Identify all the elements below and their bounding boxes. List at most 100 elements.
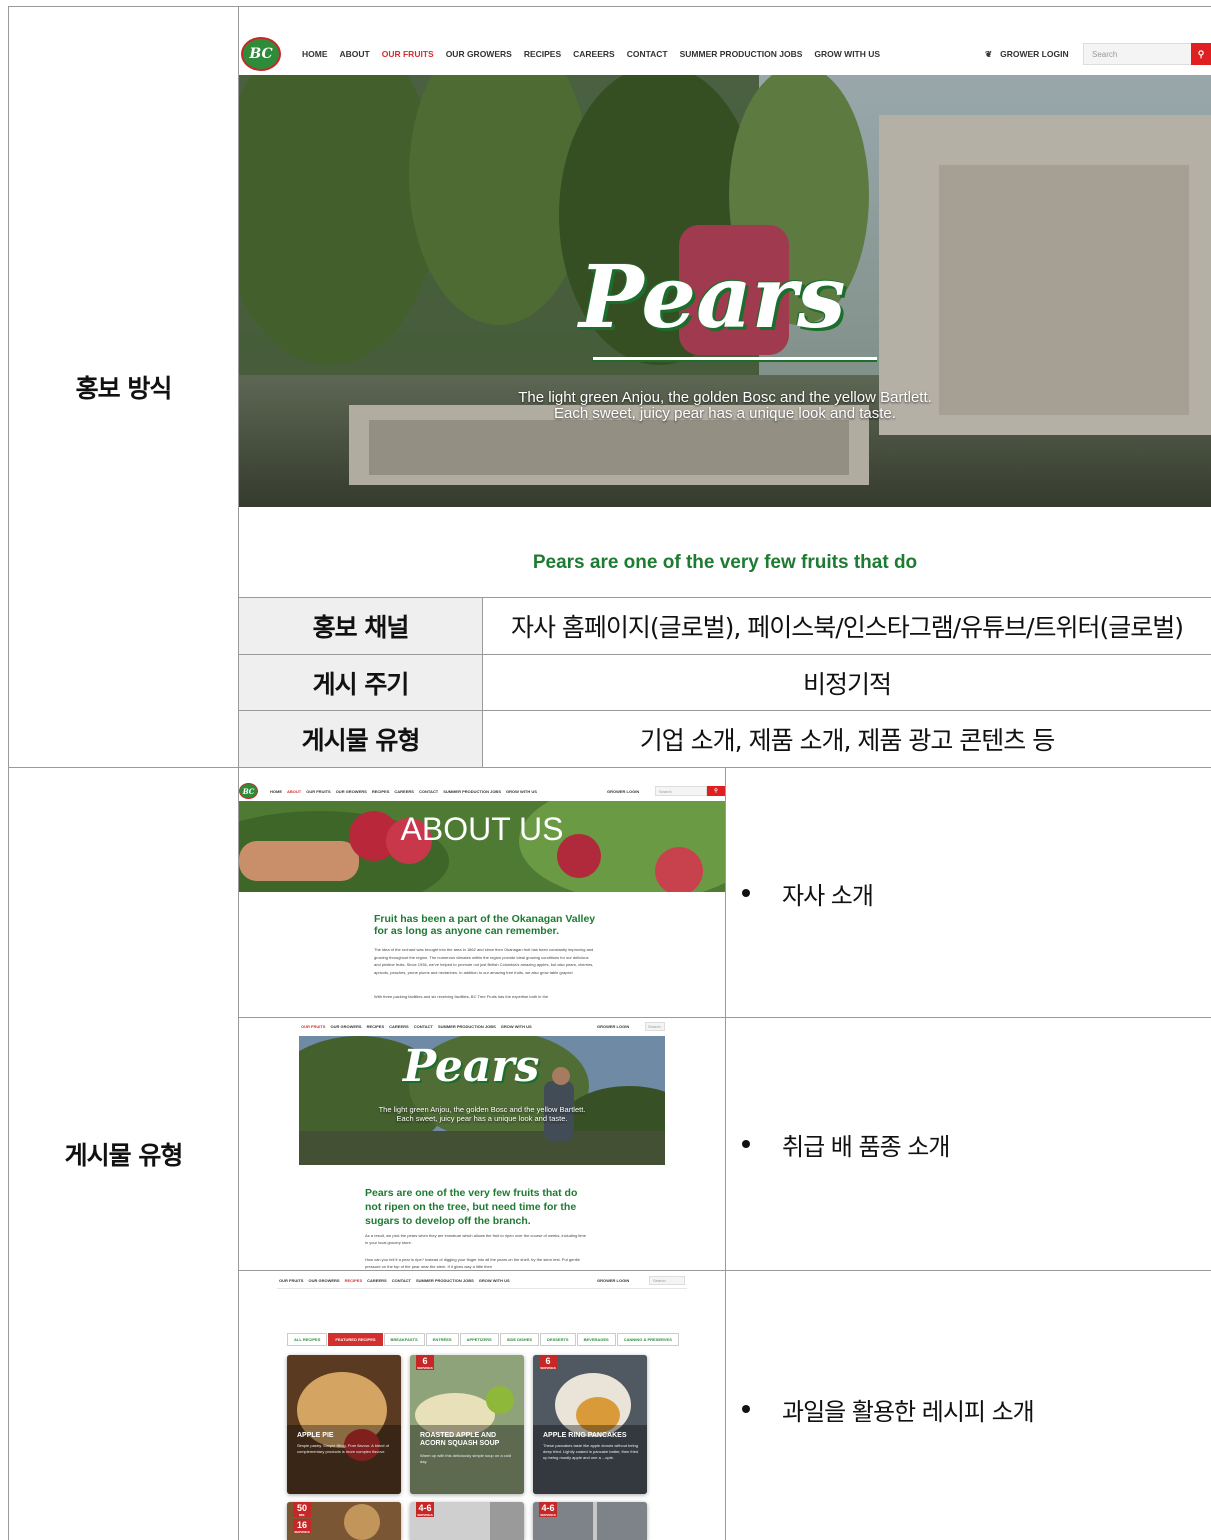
recipe-desc: These pancakes taste like apple donuts w… — [543, 1443, 639, 1460]
grower-login-link[interactable]: ❦ GROWER LOGIN — [985, 49, 1069, 60]
bc-tree-fruits-logo[interactable]: BC — [241, 37, 281, 71]
document-page: 홍보 방식 게시물 유형 BC HOME ABOUT OUR FRUITS OUR G… — [0, 0, 1211, 1540]
search-button[interactable]: ⚲ — [707, 786, 725, 796]
nav-link-careers[interactable]: CAREERS — [367, 1278, 387, 1283]
bullet-item: 취급 배 품종 소개 — [742, 1127, 950, 1161]
recipe-desc: Warm up with this deliciously simple sou… — [420, 1453, 512, 1464]
nav-link-recipes[interactable]: RECIPES — [367, 1024, 385, 1029]
nav-link-our-fruits[interactable]: OUR FRUITS — [306, 789, 330, 794]
about-title: ABOUT US — [400, 811, 564, 847]
recipe-tab[interactable]: BREAKFASTS — [383, 1333, 425, 1346]
nav-link-home[interactable]: HOME — [270, 789, 282, 794]
search-input[interactable]: Search — [645, 1021, 665, 1031]
recipe-tab[interactable]: DESSERTS — [540, 1333, 576, 1346]
nav-link-contact[interactable]: CONTACT — [392, 1278, 411, 1283]
info-key: 홍보 채널 — [312, 613, 410, 642]
nav-link-our-fruits[interactable]: OUR FRUITS — [279, 1278, 303, 1283]
recipe-desc: Simple pastry. Simple filling. Pure flav… — [297, 1443, 389, 1454]
bullet-item: 자사 소개 — [742, 876, 874, 910]
pears-paragraph: As a result, we pick the pears when they… — [365, 1233, 586, 1245]
bullet-item: 과일을 활용한 레시피 소개 — [742, 1392, 1035, 1426]
pears-heading: Pears are one of the very few fruits tha… — [365, 1187, 578, 1227]
bullet-dot — [742, 1405, 750, 1413]
nav-link-grow-with-us[interactable]: GROW WITH US — [501, 1024, 532, 1029]
recipe-card[interactable]: 50 MIN. 16 SERVINGS — [287, 1502, 401, 1540]
nav-link-grow-with-us[interactable]: GROW WITH US — [814, 49, 880, 59]
recipe-tab[interactable]: BEVERAGES — [576, 1333, 616, 1346]
nav-link-our-fruits[interactable]: OUR FRUITS — [382, 49, 434, 59]
servings-badge: 6 SERVINGS — [539, 1355, 557, 1370]
recipe-tab[interactable]: ALL RECIPES — [287, 1333, 328, 1346]
grower-login-link[interactable]: GROWER LOGIN — [597, 1278, 629, 1283]
nav-link-our-growers[interactable]: OUR GROWERS — [336, 789, 367, 794]
hero-title: Pears — [579, 247, 846, 348]
label-promo-method: 홍보 방식 — [75, 373, 173, 403]
nav-link-contact[interactable]: CONTACT — [414, 1024, 433, 1029]
nav-link-our-growers[interactable]: OUR GROWERS — [308, 1278, 339, 1283]
about-heading: Fruit has been a part of the Okanagan Va… — [374, 913, 596, 937]
nav-link-contact[interactable]: CONTACT — [419, 789, 438, 794]
recipe-tab[interactable]: APPETIZERS — [459, 1333, 499, 1346]
nav-link-grow-with-us[interactable]: GROW WITH US — [506, 789, 537, 794]
hero-banner: Pears The light green Anjou, the golden … — [239, 75, 1211, 507]
site-header: BC HOME ABOUT OUR FRUITS OUR GROWERS RECIPES… — [239, 33, 1211, 75]
nav-link-home[interactable]: HOME — [302, 49, 328, 59]
paw-icon: ❦ — [985, 48, 993, 59]
nav-link-careers[interactable]: CAREERS — [573, 49, 615, 59]
nav-link-about[interactable]: ABOUT — [287, 789, 301, 794]
recipe-tab[interactable]: ENTRÉES — [425, 1333, 459, 1346]
search-button[interactable]: ⚲ — [1191, 43, 1211, 65]
grower-login-link[interactable]: GROWER LOGIN — [607, 789, 639, 794]
nav-link-summer-production-jobs[interactable]: SUMMER PRODUCTION JOBS — [680, 49, 803, 59]
pears-nav: OUR FRUITS OUR GROWERS RECIPES CAREERS CONTA… — [301, 1024, 532, 1029]
nav-link-careers[interactable]: CAREERS — [394, 789, 414, 794]
nav-link-about[interactable]: ABOUT — [340, 49, 370, 59]
recipe-card[interactable]: 4-6 SERVINGS — [533, 1502, 647, 1540]
nav-link-grow-with-us[interactable]: GROW WITH US — [479, 1278, 510, 1283]
nav-link-summer-production-jobs[interactable]: SUMMER PRODUCTION JOBS — [443, 789, 501, 794]
hero-subheading: Pears are one of the very few fruits tha… — [532, 552, 918, 573]
servings-badge: 6 SERVINGS — [416, 1355, 434, 1370]
recipe-card[interactable]: 4-6 SERVINGS — [410, 1502, 524, 1540]
nav-link-summer-production-jobs[interactable]: SUMMER PRODUCTION JOBS — [416, 1278, 474, 1283]
nav-link-our-growers[interactable]: OUR GROWERS — [330, 1024, 361, 1029]
hero-caption: The light green Anjou, the golden Bosc a… — [518, 389, 932, 422]
nav-link-summer-production-jobs[interactable]: SUMMER PRODUCTION JOBS — [438, 1024, 496, 1029]
apple-pie-photo — [287, 1355, 401, 1494]
recipes-nav: OUR FRUITS OUR GROWERS RECIPES CAREERS CONTA… — [279, 1278, 510, 1283]
search-input[interactable]: Search — [1083, 43, 1193, 65]
nav-link-recipes[interactable]: RECIPES — [345, 1278, 363, 1283]
nav-link-recipes[interactable]: RECIPES — [524, 49, 561, 59]
info-key: 게시 주기 — [312, 669, 410, 699]
recipe-card[interactable]: 6 SERVINGS ROASTED APPLE AND ACORN SQUASH… — [410, 1355, 524, 1494]
recipe-tab[interactable]: FEATURED RECIPES — [328, 1333, 383, 1346]
pears-site-header: OUR FRUITS OUR GROWERS RECIPES CAREERS CONTA… — [299, 1018, 665, 1034]
nav-link-careers[interactable]: CAREERS — [389, 1024, 409, 1029]
nav-link-our-growers[interactable]: OUR GROWERS — [446, 49, 512, 59]
bc-tree-fruits-logo[interactable]: BC — [239, 783, 258, 799]
time-badge: 50 MIN. — [293, 1502, 311, 1517]
recipe-title: APPLE PIE — [297, 1432, 334, 1439]
recipe-card[interactable]: 6 SERVINGS APPLE RING PANCAKES These panc… — [533, 1355, 647, 1494]
recipe-card[interactable]: APPLE PIE Simple pastry. Simple filling.… — [287, 1355, 401, 1494]
recipe-title: APPLE RING PANCAKES — [543, 1432, 627, 1439]
recipe-tab[interactable]: CANNING & PRESERVES — [616, 1333, 679, 1346]
nav-link-our-fruits[interactable]: OUR FRUITS — [301, 1024, 325, 1029]
nav-link-contact[interactable]: CONTACT — [627, 49, 668, 59]
search-input[interactable]: Search — [655, 786, 707, 796]
info-value: 자사 홈페이지(글로벌), 페이스북/인스타그램/유튜브/트위터(글로벌) — [510, 613, 1184, 642]
about-hero: ABOUT US — [239, 801, 725, 892]
recipe-title: ROASTED APPLE AND ACORN SQUASH SOUP — [420, 1432, 500, 1447]
info-key: 게시물 유형 — [301, 726, 421, 755]
squash-soup-photo — [410, 1355, 524, 1494]
search-input[interactable]: Search — [649, 1276, 685, 1285]
hero-title-underline — [593, 357, 877, 360]
about-site-header: BC HOME ABOUT OUR FRUITS OUR GROWERS RECIPES… — [239, 781, 725, 801]
about-paragraph: The idea of the orchard was brought into… — [374, 947, 594, 976]
servings-badge: 4-6 SERVINGS — [416, 1502, 434, 1517]
grower-login-link[interactable]: GROWER LOGIN — [597, 1024, 629, 1029]
nav-link-recipes[interactable]: RECIPES — [372, 789, 390, 794]
recipes-site-header: OUR FRUITS OUR GROWERS RECIPES CAREERS CONTA… — [277, 1273, 687, 1289]
recipe-tab[interactable]: SIDE DISHES — [499, 1333, 540, 1346]
info-value: 비정기적 — [802, 669, 892, 699]
